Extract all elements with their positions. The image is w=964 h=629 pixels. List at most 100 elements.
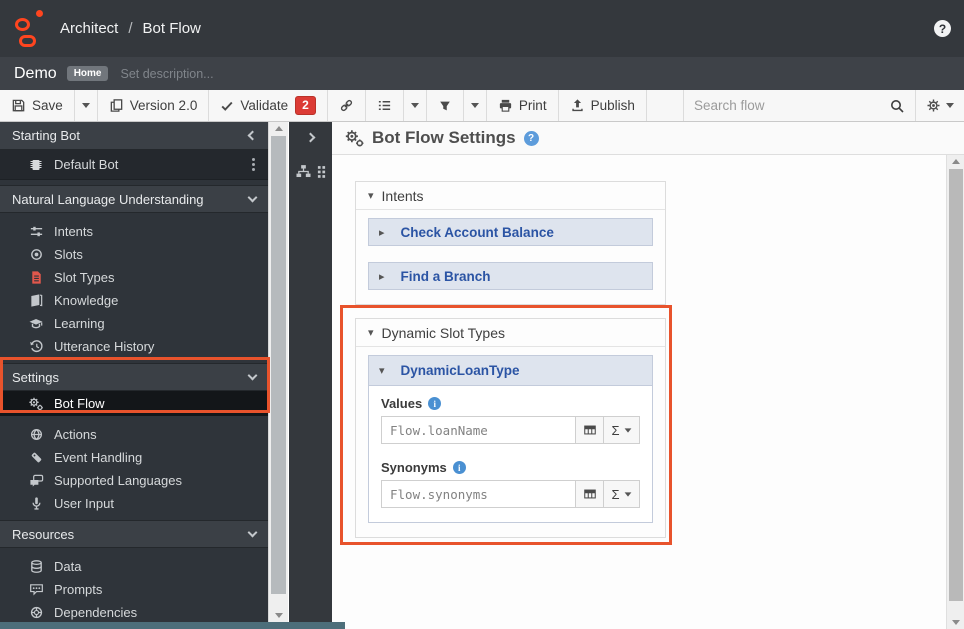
panel-title: Intents (382, 188, 424, 204)
dynamic-slot-types-header[interactable]: Dynamic Slot Types (356, 319, 665, 347)
field-label-text: Synonyms (381, 460, 447, 475)
sidebar-item-user-input[interactable]: User Input (0, 492, 268, 515)
scrollbar-thumb[interactable] (949, 169, 963, 601)
scroll-up-button[interactable] (947, 155, 964, 168)
slot-types-document-icon (28, 270, 44, 286)
sidebar-item-data[interactable]: Data (0, 555, 268, 578)
task-list-menu-button[interactable] (404, 90, 427, 121)
scroll-down-button[interactable] (269, 609, 288, 622)
sidebar-item-dependencies[interactable]: Dependencies (0, 601, 268, 622)
grip-handle-icon[interactable] (317, 164, 326, 179)
values-expression-input[interactable] (381, 416, 576, 444)
chevron-down-icon (82, 103, 90, 108)
sidebar-section-nlu[interactable]: Natural Language Understanding (0, 185, 268, 213)
sidebar-scrollbar[interactable] (268, 122, 288, 622)
publish-label: Publish (591, 98, 635, 113)
sidebar-item-bot-flow[interactable]: Bot Flow (0, 391, 268, 416)
filter-icon (438, 99, 452, 113)
sidebar-section-resources[interactable]: Resources (0, 520, 268, 548)
main-header: Bot Flow Settings ? (332, 122, 964, 155)
settings-help-icon[interactable]: ? (524, 131, 539, 146)
synonyms-expression-input[interactable] (381, 480, 576, 508)
sidebar-item-intents[interactable]: Intents (0, 220, 268, 243)
copy-link-button[interactable] (328, 90, 366, 121)
chevron-down-icon (471, 103, 479, 108)
learning-graduation-cap-icon (28, 316, 44, 332)
help-icon[interactable]: ? (934, 20, 951, 37)
genesys-logo-icon (12, 9, 46, 49)
resources-items: Data Prompts Dependencies (0, 548, 268, 622)
sidebar-item-default-bot[interactable]: Default Bot (0, 150, 268, 180)
validate-label: Validate (240, 98, 288, 113)
main-scrollbar[interactable] (946, 155, 964, 629)
chevron-right-icon (306, 133, 316, 143)
expression-mode-button[interactable]: Σ (604, 480, 640, 508)
breadcrumb-flow-type: Bot Flow (143, 20, 201, 37)
languages-bubbles-icon (28, 473, 44, 489)
intent-check-account-balance[interactable]: Check Account Balance (368, 218, 653, 246)
save-icon (11, 98, 26, 113)
filter-button[interactable] (427, 90, 464, 121)
item-label: Prompts (54, 582, 102, 597)
scroll-up-button[interactable] (269, 122, 288, 135)
bot-flow-settings-gears-icon (344, 128, 365, 149)
bottom-strip (0, 622, 345, 629)
intent-find-a-branch[interactable]: Find a Branch (368, 262, 653, 290)
search-icon[interactable] (889, 98, 905, 114)
item-label: Actions (54, 427, 97, 442)
validation-error-count-badge: 2 (295, 96, 316, 115)
item-label: Event Handling (54, 450, 142, 465)
values-input-row: Σ (381, 416, 640, 444)
breadcrumb: Architect / Bot Flow (60, 20, 201, 37)
item-label: Knowledge (54, 293, 118, 308)
settings-menu-button[interactable] (915, 90, 964, 121)
intents-panel: Intents Check Account Balance Find a Bra… (355, 181, 666, 305)
literal-editor-button[interactable] (576, 416, 604, 444)
expression-mode-button[interactable]: Σ (604, 416, 640, 444)
architect-app: Architect / Bot Flow ? Demo Home Set des… (0, 0, 964, 629)
kebab-menu-icon[interactable] (249, 155, 258, 174)
task-list-button[interactable] (366, 90, 404, 121)
sidebar-item-event-handling[interactable]: Event Handling (0, 446, 268, 469)
sidebar-item-prompts[interactable]: Prompts (0, 578, 268, 601)
item-label: Intents (54, 224, 93, 239)
breadcrumb-app-name[interactable]: Architect (60, 20, 118, 37)
scroll-down-button[interactable] (947, 616, 964, 629)
scrollbar-thumb[interactable] (271, 136, 286, 594)
info-icon[interactable]: i (428, 397, 441, 410)
dynamic-loan-type-card: DynamicLoanType Values i Σ (368, 355, 653, 523)
sidebar-item-slot-types[interactable]: Slot Types (0, 266, 268, 289)
dynamic-loan-type-header[interactable]: DynamicLoanType (369, 356, 652, 386)
nlu-items: Intents Slots Slot Types Knowledge Learn… (0, 213, 268, 363)
validate-button[interactable]: Validate 2 (209, 90, 327, 121)
section-label: Settings (12, 370, 249, 385)
gear-icon (926, 98, 941, 113)
save-menu-button[interactable] (75, 90, 98, 121)
sidebar-section-starting-bot[interactable]: Starting Bot (0, 122, 268, 150)
literal-editor-button[interactable] (576, 480, 604, 508)
sidebar-item-actions[interactable]: Actions (0, 423, 268, 446)
expand-toolbox-button[interactable] (289, 122, 332, 141)
set-description-field[interactable]: Set description... (120, 67, 213, 81)
sidebar-item-slots[interactable]: Slots (0, 243, 268, 266)
sidebar-section-settings[interactable]: Settings (0, 363, 268, 391)
print-button[interactable]: Print (487, 90, 559, 121)
page-title: Bot Flow Settings (372, 128, 516, 148)
section-label: Resources (12, 527, 249, 542)
sigma-icon: Σ (611, 423, 619, 438)
intents-panel-header[interactable]: Intents (356, 182, 665, 210)
save-button[interactable]: Save (0, 90, 75, 121)
sidebar-item-knowledge[interactable]: Knowledge (0, 289, 268, 312)
filter-menu-button[interactable] (464, 90, 487, 121)
publish-button[interactable]: Publish (559, 90, 647, 121)
sidebar-item-supported-languages[interactable]: Supported Languages (0, 469, 268, 492)
info-icon[interactable]: i (453, 461, 466, 474)
sidebar-item-utterance-history[interactable]: Utterance History (0, 335, 268, 358)
item-label: Supported Languages (54, 473, 182, 488)
version-button[interactable]: Version 2.0 (98, 90, 210, 121)
item-label: Learning (54, 316, 105, 331)
sidebar-item-learning[interactable]: Learning (0, 312, 268, 335)
chevron-down-icon (411, 103, 419, 108)
search-input[interactable] (694, 98, 889, 113)
sitemap-icon[interactable] (295, 163, 312, 180)
